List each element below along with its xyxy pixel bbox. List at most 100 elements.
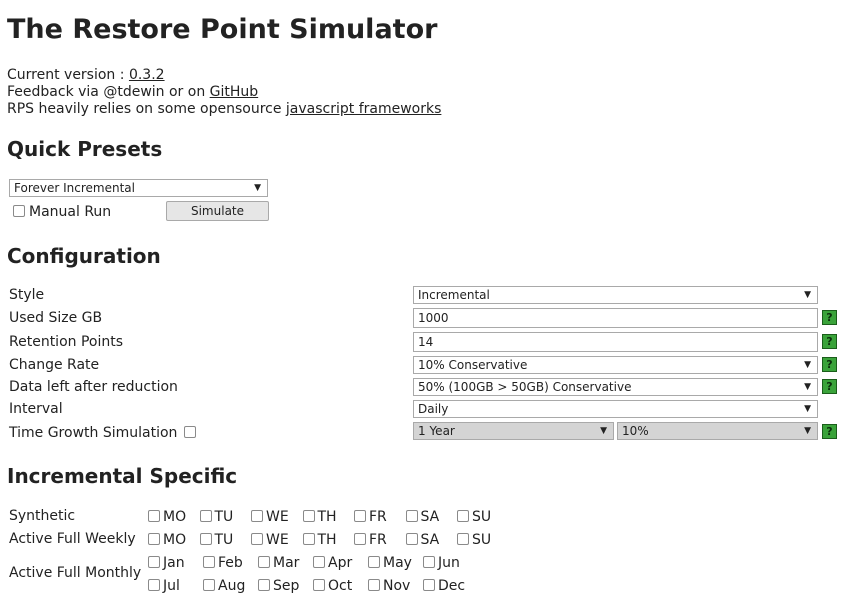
configuration-heading: Configuration [7, 244, 161, 268]
monthly-month-checkbox[interactable] [313, 579, 325, 591]
monthly-month-checkbox[interactable] [368, 556, 380, 568]
monthly-month-label: Sep [273, 578, 300, 594]
used-size-input[interactable]: 1000 [413, 308, 818, 328]
monthly-month-label: Oct [328, 578, 353, 594]
version-link[interactable]: 0.3.2 [129, 67, 165, 83]
time-growth-rate-value: 10% [622, 424, 649, 438]
time-growth-checkbox[interactable] [184, 426, 196, 438]
weekly-day-label: SA [420, 532, 440, 548]
weekly-day-label: TH [317, 532, 337, 548]
weekly-day-label: MO [163, 532, 187, 548]
time-growth-rate-select[interactable]: 10% ▼ [617, 422, 818, 440]
monthly-month-checkbox[interactable] [258, 556, 270, 568]
chevron-down-icon: ▼ [254, 183, 261, 193]
synthetic-day-checkbox[interactable] [354, 510, 366, 522]
monthly-month-label: May [383, 555, 412, 571]
monthly-month-label: Nov [383, 578, 411, 594]
synthetic-day-label: WE [266, 509, 289, 525]
monthly-month-checkbox[interactable] [203, 579, 215, 591]
github-link[interactable]: GitHub [210, 84, 259, 100]
time-growth-label: Time Growth Simulation [9, 425, 178, 441]
monthly-month-label: Jan [163, 555, 185, 571]
monthly-month-checkbox[interactable] [148, 579, 160, 591]
change-rate-help-icon[interactable]: ? [822, 357, 837, 372]
style-label: Style [9, 287, 45, 303]
data-left-label: Data left after reduction [9, 379, 178, 395]
weekly-day-label: TU [214, 532, 234, 548]
synthetic-day-label: SA [420, 509, 440, 525]
chevron-down-icon: ▼ [804, 426, 811, 436]
synthetic-day-checkbox[interactable] [251, 510, 263, 522]
monthly-month-checkbox[interactable] [313, 556, 325, 568]
data-left-help-icon[interactable]: ? [822, 379, 837, 394]
monthly-month-label: Dec [438, 578, 466, 594]
interval-select[interactable]: Daily ▼ [413, 400, 818, 418]
monthly-month-label: Mar [273, 555, 300, 571]
frameworks-prefix: RPS heavily relies on some opensource [7, 101, 286, 117]
retention-points-help-icon[interactable]: ? [822, 334, 837, 349]
change-rate-select[interactable]: 10% Conservative ▼ [413, 356, 818, 374]
synthetic-day-checkbox[interactable] [405, 510, 418, 522]
monthly-month-label: Jul [163, 578, 180, 594]
monthly-month-checkbox[interactable] [258, 579, 270, 591]
incremental-specific-heading: Incremental Specific [7, 464, 238, 488]
quick-presets-heading: Quick Presets [7, 137, 163, 161]
time-growth-help-icon[interactable]: ? [822, 424, 837, 439]
preset-select[interactable]: Forever Incremental ▼ [9, 179, 268, 197]
chevron-down-icon: ▼ [804, 360, 811, 370]
monthly-month-checkbox[interactable] [203, 556, 215, 568]
weekly-day-checkbox[interactable] [405, 533, 418, 545]
weekly-day-label: FR [369, 532, 387, 548]
style-select[interactable]: Incremental ▼ [413, 286, 818, 304]
active-full-weekly-label: Active Full Weekly [9, 531, 136, 547]
synthetic-day-label: TH [317, 509, 337, 525]
manual-run-label: Manual Run [29, 204, 112, 220]
monthly-month-checkbox[interactable] [368, 579, 380, 591]
chevron-down-icon: ▼ [804, 404, 811, 414]
weekly-day-checkbox[interactable] [148, 533, 160, 545]
frameworks-link[interactable]: javascript frameworks [286, 101, 441, 117]
style-select-value: Incremental [418, 288, 490, 302]
synthetic-day-checkbox[interactable] [457, 510, 469, 522]
monthly-month-checkbox[interactable] [423, 556, 435, 568]
time-growth-period-select[interactable]: 1 Year ▼ [413, 422, 614, 440]
data-left-select[interactable]: 50% (100GB > 50GB) Conservative ▼ [413, 378, 818, 396]
weekly-day-checkbox[interactable] [457, 533, 469, 545]
chevron-down-icon: ▼ [804, 382, 811, 392]
monthly-month-checkbox[interactable] [423, 579, 435, 591]
preset-select-value: Forever Incremental [14, 181, 135, 195]
weekly-day-checkbox[interactable] [302, 533, 315, 545]
page-title: The Restore Point Simulator [7, 14, 438, 45]
chevron-down-icon: ▼ [600, 426, 607, 436]
interval-select-value: Daily [418, 402, 449, 416]
version-line: Current version : 0.3.2 [7, 67, 165, 83]
retention-points-label: Retention Points [9, 334, 124, 350]
synthetic-day-checkbox[interactable] [148, 510, 160, 522]
simulate-button[interactable]: Simulate [166, 201, 269, 221]
retention-points-input[interactable]: 14 [413, 332, 818, 352]
manual-run-checkbox[interactable] [13, 205, 25, 217]
synthetic-day-label: FR [369, 509, 387, 525]
weekly-day-checkbox[interactable] [354, 533, 366, 545]
synthetic-day-label: MO [163, 509, 187, 525]
synthetic-day-label: TU [214, 509, 234, 525]
monthly-month-checkbox[interactable] [148, 556, 160, 568]
weekly-day-checkbox[interactable] [251, 533, 263, 545]
frameworks-line: RPS heavily relies on some opensource ja… [7, 101, 441, 117]
version-prefix: Current version : [7, 67, 129, 83]
monthly-month-label: Feb [218, 555, 243, 571]
weekly-day-checkbox[interactable] [199, 533, 212, 545]
monthly-month-label: Aug [218, 578, 246, 594]
change-rate-select-value: 10% Conservative [418, 358, 528, 372]
interval-label: Interval [9, 401, 63, 417]
time-growth-period-value: 1 Year [418, 424, 455, 438]
feedback-prefix: Feedback via @tdewin or on [7, 84, 210, 100]
feedback-line: Feedback via @tdewin or on GitHub [7, 84, 258, 100]
used-size-help-icon[interactable]: ? [822, 310, 837, 325]
chevron-down-icon: ▼ [804, 290, 811, 300]
monthly-month-label: Jun [438, 555, 460, 571]
weekly-day-label: WE [266, 532, 289, 548]
synthetic-day-checkbox[interactable] [199, 510, 212, 522]
change-rate-label: Change Rate [9, 357, 100, 373]
synthetic-day-checkbox[interactable] [302, 510, 315, 522]
